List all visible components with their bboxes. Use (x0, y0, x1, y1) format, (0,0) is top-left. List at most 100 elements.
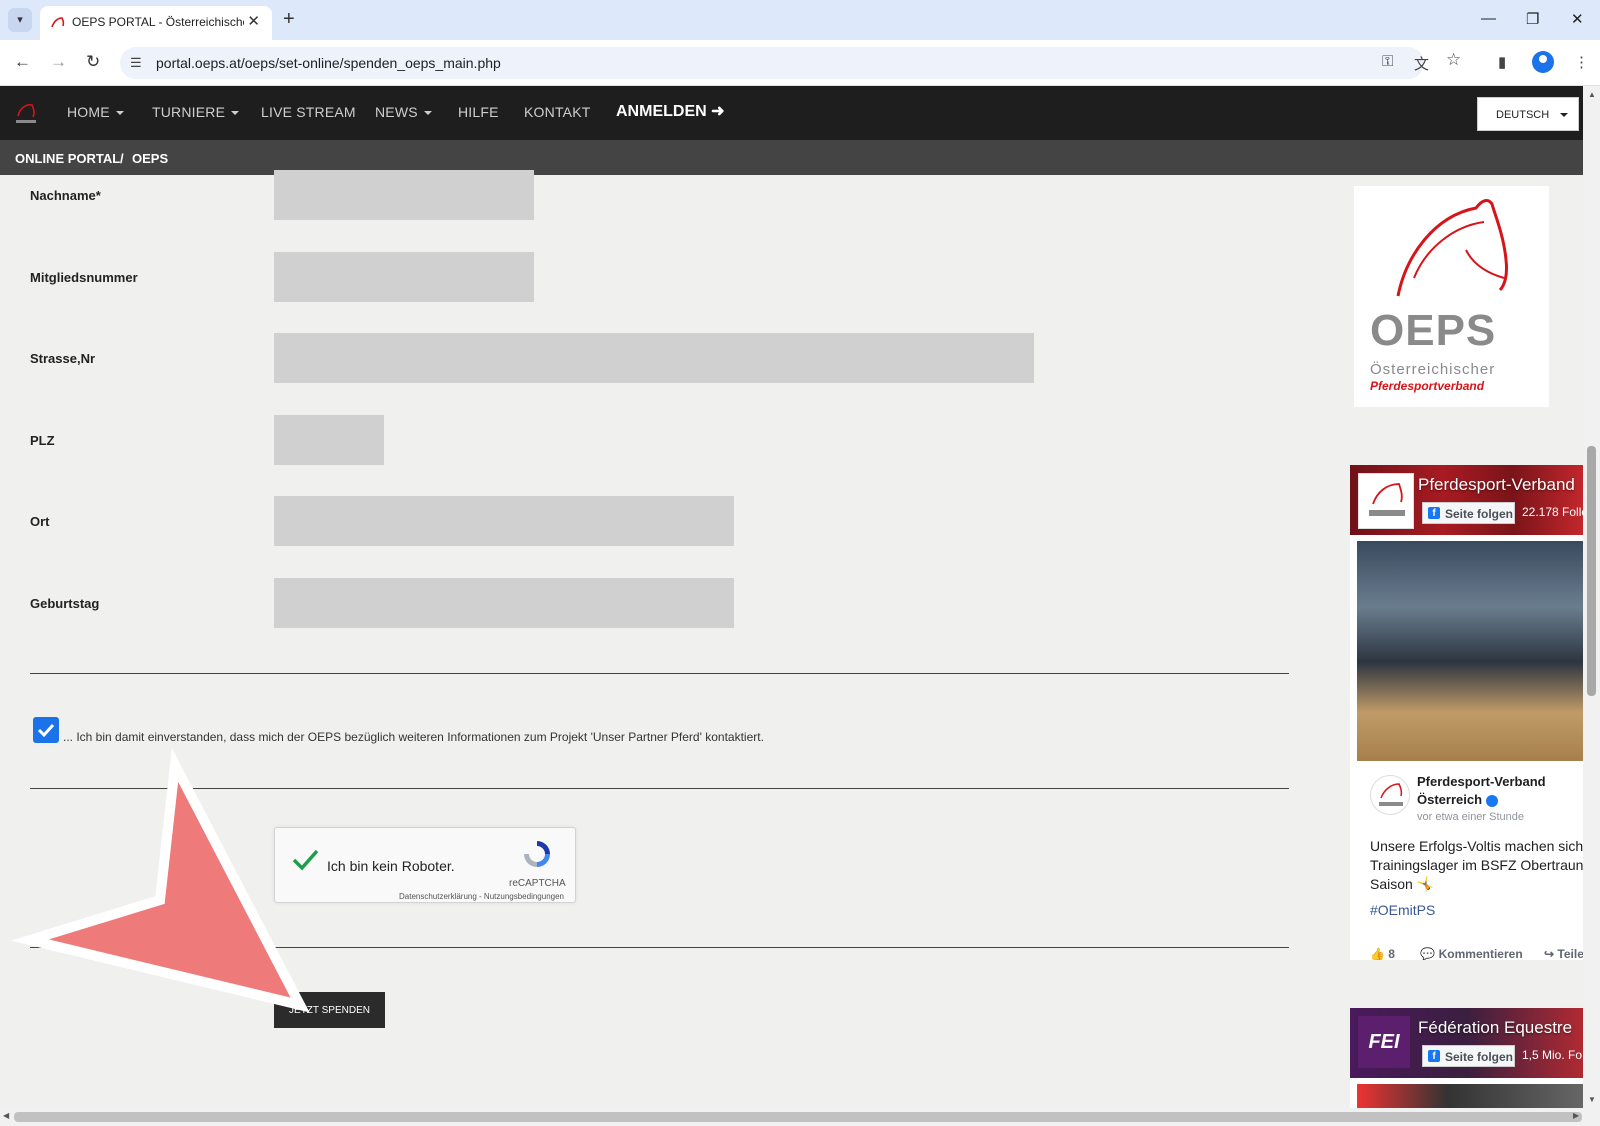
recaptcha-brand: reCAPTCHA (509, 878, 566, 889)
fb-comment-button[interactable]: Kommentieren (1439, 947, 1523, 960)
nav-kontakt[interactable]: KONTAKT (524, 104, 590, 120)
scrollbar-thumb[interactable] (14, 1112, 1582, 1122)
fb-page-avatar[interactable] (1358, 473, 1414, 529)
ort-input[interactable] (274, 496, 734, 546)
facebook-icon: f (1428, 1050, 1440, 1062)
fb-post-photo[interactable] (1357, 541, 1583, 761)
plz-label: PLZ (30, 433, 55, 448)
fb-hashtag-link[interactable]: #OEmitPS (1370, 902, 1435, 918)
facebook-widget-fei: FEI Fédération Equestre f Seite folgen 1… (1350, 1008, 1583, 1108)
scroll-right-icon[interactable]: ▶ (1573, 1111, 1579, 1120)
consent-checkbox[interactable] (33, 717, 59, 743)
nav-hilfe[interactable]: HILFE (458, 104, 499, 120)
profile-avatar-icon[interactable] (1532, 51, 1554, 73)
back-icon[interactable]: ← (14, 52, 31, 72)
fb-post-photo[interactable] (1357, 1084, 1583, 1108)
chevron-down-icon (231, 111, 240, 116)
strasse-label: Strasse,Nr (30, 351, 96, 366)
nav-login-button[interactable]: ANMELDEN ➜ (616, 101, 725, 121)
fb-post-line: Saison 🤸 (1370, 876, 1435, 892)
browser-menu-icon[interactable]: ⋮ (1574, 53, 1589, 71)
tab-close-icon[interactable]: ✕ (247, 12, 260, 30)
fb-page-name[interactable]: Fédération Equestre (1418, 1018, 1572, 1038)
tab-title: OEPS PORTAL - Österreichischer (72, 15, 244, 29)
ort-label: Ort (30, 514, 50, 529)
fb-follow-label: Seite folgen (1445, 507, 1514, 521)
recaptcha-logo-icon (524, 841, 550, 867)
verified-badge-icon (1486, 794, 1499, 807)
fb-page-name[interactable]: Pferdesport-Verband (1418, 475, 1575, 495)
facebook-icon: f (1428, 507, 1440, 519)
scroll-up-icon[interactable]: ▲ (1588, 90, 1596, 99)
recaptcha-links[interactable]: Datenschutzerklärung - Nutzungsbedingung… (399, 892, 564, 901)
chevron-down-icon (115, 111, 124, 116)
nav-live-stream[interactable]: LIVE STREAM (261, 104, 356, 120)
fei-avatar[interactable]: FEI (1358, 1016, 1410, 1068)
fb-post-time[interactable]: vor etwa einer Stunde (1417, 811, 1524, 823)
fb-like-count: 8 (1388, 947, 1395, 960)
nachname-input[interactable] (274, 170, 534, 220)
sign-in-icon: ➜ (711, 103, 725, 120)
address-bar[interactable]: ☰ portal.oeps.at/oeps/set-online/spenden… (120, 47, 1424, 79)
oeps-nav-logo-icon[interactable] (14, 100, 38, 126)
reload-icon[interactable]: ↻ (86, 52, 100, 72)
vertical-scrollbar[interactable]: ▲ ▼ (1583, 86, 1600, 1108)
forward-icon[interactable]: → (50, 52, 67, 72)
fb-share-button[interactable]: Teile (1557, 947, 1583, 960)
mitgliedsnummer-input[interactable] (274, 252, 534, 302)
fb-follow-button[interactable]: f Seite folgen (1422, 1045, 1515, 1067)
fb-post-actions: 👍 8 💬 Kommentieren ↪ Teile (1370, 947, 1583, 960)
fb-follow-label: Seite folgen (1445, 1050, 1514, 1064)
breadcrumb-oeps: OEPS (132, 151, 169, 166)
checkmark-icon (37, 723, 55, 738)
recaptcha-checkmark-icon[interactable] (291, 846, 319, 874)
plz-input[interactable] (274, 415, 384, 465)
nav-home[interactable]: HOME (67, 104, 124, 120)
restore-icon[interactable]: ❐ (1526, 10, 1539, 28)
divider (30, 947, 1289, 948)
fb-follower-count: 1,5 Mio. Fo (1522, 1048, 1583, 1062)
oeps-avatar-logo-icon (1379, 783, 1403, 806)
browser-tabbar: ▾ OEPS PORTAL - Österreichischer ✕ + — ❐… (0, 0, 1600, 40)
strasse-input[interactable] (274, 333, 1034, 383)
share-icon: ↪ (1544, 947, 1555, 960)
breadcrumb-online-portal[interactable]: ONLINE PORTAL (15, 151, 120, 166)
oeps-logo-sub1: Österreichischer (1370, 361, 1496, 378)
recaptcha-label: Ich bin kein Roboter. (327, 858, 455, 874)
bookmark-star-icon[interactable]: ☆ (1446, 50, 1461, 70)
consent-label: ... Ich bin damit einverstanden, dass mi… (63, 730, 764, 744)
geburtstag-label: Geburtstag (30, 596, 100, 611)
nachname-label: Nachname* (30, 188, 101, 203)
tab-search-chevron-icon[interactable]: ▾ (8, 8, 32, 32)
browser-tab[interactable]: OEPS PORTAL - Österreichischer ✕ (40, 6, 272, 40)
horizontal-scrollbar[interactable]: ◀ ▶ (0, 1108, 1600, 1126)
scroll-left-icon[interactable]: ◀ (3, 1111, 9, 1120)
scroll-down-icon[interactable]: ▼ (1588, 1095, 1596, 1104)
new-tab-icon[interactable]: + (283, 8, 295, 31)
password-key-icon[interactable]: ⚿ (1382, 53, 1393, 70)
translate-icon[interactable]: 文 (1414, 53, 1429, 74)
geburtstag-input[interactable] (274, 578, 734, 628)
site-info-icon[interactable]: ☰ (130, 55, 142, 71)
submit-donation-button[interactable]: JETZT SPENDEN (274, 992, 385, 1028)
fb-follow-button[interactable]: f Seite folgen (1422, 502, 1515, 524)
language-select[interactable]: DEUTSCH (1477, 97, 1579, 131)
window-close-icon[interactable]: ✕ (1571, 10, 1584, 28)
oeps-logo[interactable]: OEPS Österreichischer Pferdesportverband (1354, 186, 1549, 407)
oeps-logo-sub2: Pferdesportverband (1370, 379, 1485, 393)
minimize-icon[interactable]: — (1481, 10, 1496, 27)
nav-news[interactable]: NEWS (375, 104, 432, 120)
nav-turniere[interactable]: TURNIERE (152, 104, 240, 120)
oeps-logo-wordmark: OEPS (1370, 306, 1497, 355)
browser-toolbar: ← → ↻ ☰ portal.oeps.at/oeps/set-online/s… (0, 40, 1600, 86)
side-panel-icon[interactable]: ▮ (1498, 53, 1506, 71)
divider (30, 788, 1289, 789)
recaptcha-widget[interactable]: Ich bin kein Roboter. reCAPTCHA Datensch… (274, 827, 576, 903)
language-value: DEUTSCH (1496, 109, 1550, 121)
oeps-avatar-logo-icon (1369, 483, 1405, 516)
fb-post-avatar[interactable] (1370, 775, 1410, 815)
comment-icon: 💬 (1420, 947, 1436, 960)
fb-post-author[interactable]: Pferdesport-Verband Österreich (1417, 773, 1583, 809)
like-icon[interactable]: 👍 (1370, 947, 1385, 960)
scrollbar-thumb[interactable] (1587, 446, 1596, 696)
